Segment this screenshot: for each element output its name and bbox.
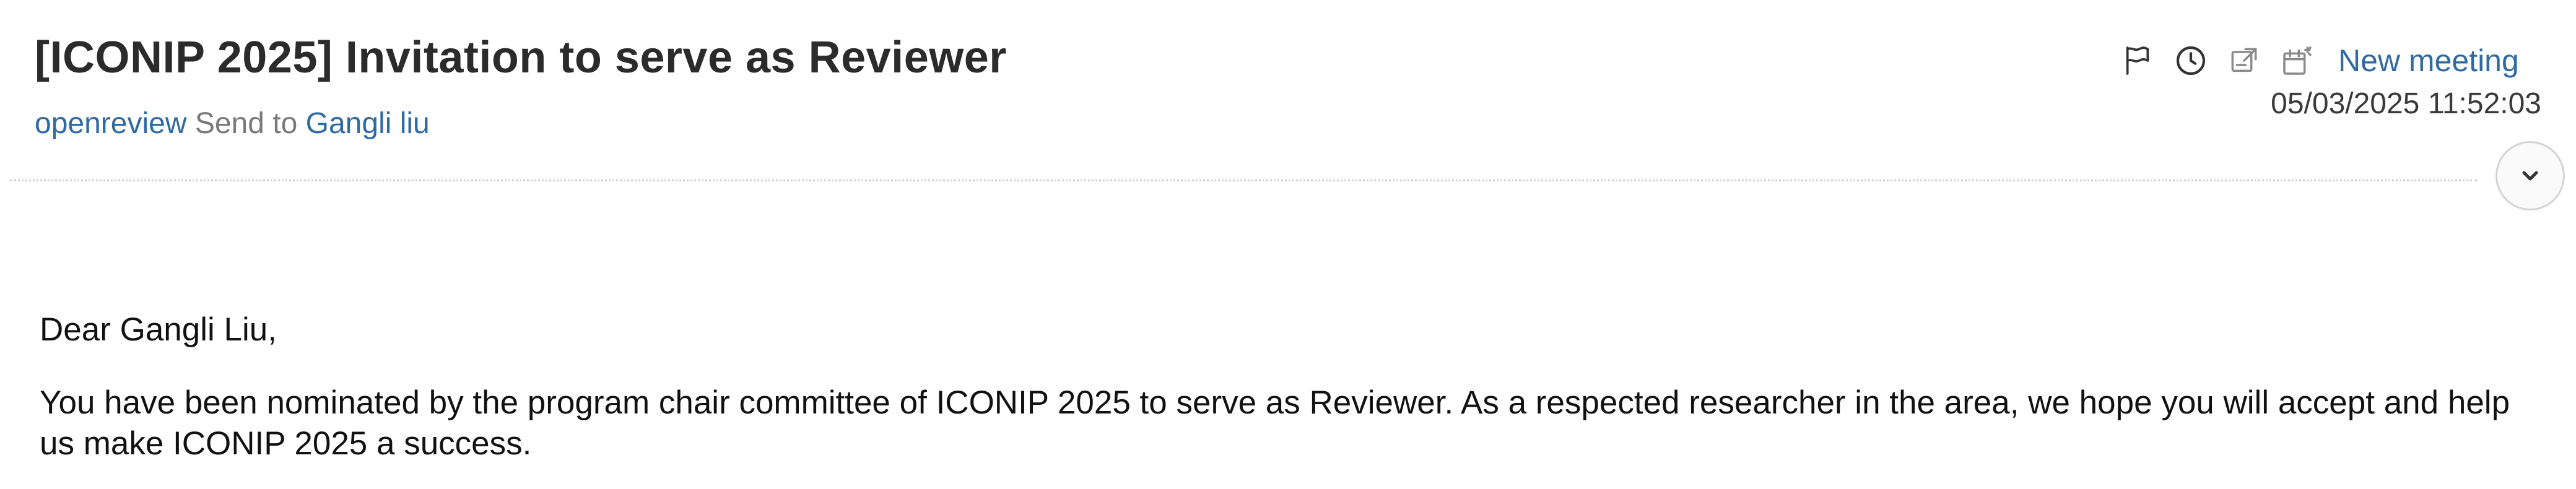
- email-toolbar: New meeting: [2118, 36, 2519, 85]
- flag-icon[interactable]: [2118, 41, 2157, 80]
- header-divider: [10, 180, 2477, 181]
- recipient-name[interactable]: Gangli liu: [306, 107, 430, 140]
- sender-line: openreview Send to Gangli liu: [35, 106, 430, 141]
- email-greeting: Dear Gangli Liu,: [40, 311, 277, 348]
- sender-name[interactable]: openreview: [35, 107, 186, 140]
- expand-details-button[interactable]: [2496, 141, 2565, 210]
- chevron-down-icon: [2522, 171, 2538, 181]
- new-meeting-button[interactable]: New meeting: [2338, 43, 2519, 79]
- email-header: [ICONIP 2025] Invitation to serve as Rev…: [0, 0, 2576, 210]
- send-to-label: Send to: [194, 107, 298, 140]
- clock-icon[interactable]: [2171, 41, 2211, 80]
- email-subject: [ICONIP 2025] Invitation to serve as Rev…: [35, 33, 1007, 82]
- email-paragraph: You have been nominated by the program c…: [40, 384, 2510, 462]
- email-timestamp: 05/03/2025 11:52:03: [2271, 87, 2541, 120]
- email-body: Dear Gangli Liu, You have been nominated…: [40, 309, 2535, 464]
- forward-icon[interactable]: [2224, 41, 2264, 80]
- schedule-icon[interactable]: [2278, 41, 2317, 80]
